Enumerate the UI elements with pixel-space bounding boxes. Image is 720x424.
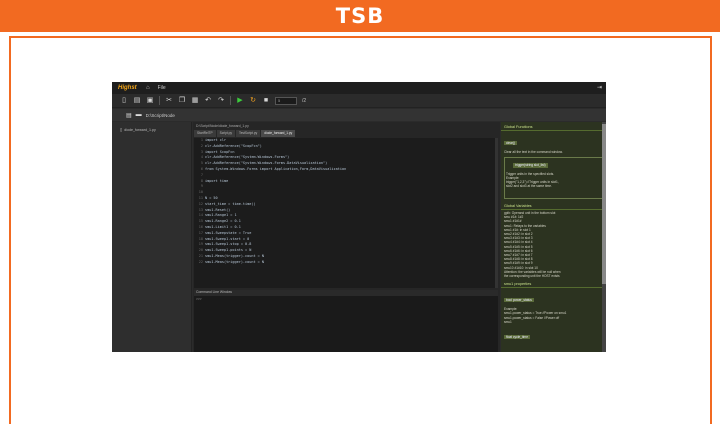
new-file-icon[interactable]: ▯ bbox=[120, 97, 128, 105]
run-icon[interactable]: ▶ bbox=[236, 97, 244, 105]
editor-area: D:\Script\Node\diode_forward_1.py StartR… bbox=[193, 122, 500, 352]
code-line: 22 smu1.Meas(trigger).count = N bbox=[194, 260, 498, 266]
path-bar: ▤ ▬ D:\Script\Node bbox=[112, 109, 606, 121]
help-panel: Global Functions clear() Clear all the t… bbox=[501, 122, 606, 352]
file-explorer: ▯ diode_forward_1.py bbox=[112, 122, 192, 352]
property-label-last[interactable]: float cycle_time bbox=[504, 335, 530, 340]
code-text: import time bbox=[205, 178, 229, 183]
file-item[interactable]: ▯ diode_forward_1.py bbox=[112, 122, 191, 132]
open-folder-icon[interactable]: ▤ bbox=[133, 97, 141, 105]
code-text: smu1.Meas(trigger).count = N bbox=[205, 259, 265, 264]
variables-header: Global Variables bbox=[501, 201, 606, 211]
editor-tab-active[interactable]: diode_forward_1.py bbox=[261, 130, 296, 137]
title-banner: TSB bbox=[0, 0, 720, 32]
help-scrollbar[interactable] bbox=[602, 122, 606, 352]
file-name: diode_forward_1.py bbox=[124, 127, 156, 132]
toolbar-separator bbox=[159, 96, 160, 105]
app-logo: Highst bbox=[118, 85, 137, 91]
line-number: 22 bbox=[198, 259, 203, 264]
cut-icon[interactable]: ✂ bbox=[165, 97, 173, 105]
code-scrollbar[interactable] bbox=[495, 138, 498, 288]
copy-icon[interactable]: ❐ bbox=[178, 97, 186, 105]
current-path[interactable]: D:\Script\Node bbox=[146, 113, 175, 118]
property-desc: Example: smu1.power_status = True //Powe… bbox=[504, 307, 567, 324]
count-input[interactable]: 5 bbox=[275, 96, 297, 105]
trigger-function-desc: Trigger units in the specified slots. Ex… bbox=[506, 171, 559, 189]
toolbar-separator bbox=[230, 96, 231, 105]
redo-icon[interactable]: ↷ bbox=[217, 97, 225, 105]
paste-icon[interactable]: ▦ bbox=[191, 97, 199, 105]
scroll-thumb[interactable] bbox=[602, 124, 606, 284]
editor-tabs: StartRelTP Script.py TestScript.py diode… bbox=[193, 130, 500, 137]
clear-function-desc: Clear all the text in the command window… bbox=[504, 150, 563, 154]
code-editor[interactable]: 1 import clr 2 clr.AddReference("ScopFcn") 3… bbox=[194, 138, 498, 288]
document-icon[interactable]: ▤ bbox=[126, 112, 132, 119]
stop-icon[interactable]: ■ bbox=[262, 97, 270, 105]
exit-icon[interactable]: ⇥ bbox=[597, 84, 602, 91]
functions-header: Global Functions bbox=[501, 122, 606, 131]
reload-icon[interactable]: ↻ bbox=[249, 97, 257, 105]
menu-bar: Highst ⌂ File ⇥ bbox=[112, 82, 606, 94]
clear-function-label[interactable]: clear() bbox=[504, 141, 518, 145]
save-icon[interactable]: ▣ bbox=[146, 97, 154, 105]
toolbar: ▯ ▤ ▣ ✂ ❐ ▦ ↶ ↷ ▶ ↻ ■ 5 /2 bbox=[112, 94, 606, 108]
code-text: from System.Windows.Forms import Applica… bbox=[205, 166, 347, 171]
trigger-function-label: trigger(string slot_list) bbox=[513, 163, 548, 168]
properties-header: smu1 properties bbox=[501, 279, 606, 289]
banner-title: TSB bbox=[335, 4, 385, 28]
undo-icon[interactable]: ↶ bbox=[204, 97, 212, 105]
editor-tab[interactable]: Script.py bbox=[216, 130, 235, 137]
app-screenshot: Highst ⌂ File ⇥ ▯ ▤ ▣ ✂ ❐ ▦ ↶ ↷ ▶ ↻ ■ 5 … bbox=[112, 82, 606, 352]
file-icon: ▯ bbox=[120, 127, 123, 132]
editor-tab[interactable]: TestScript.py bbox=[236, 130, 261, 137]
trigger-function-box[interactable]: trigger(string slot_list) Trigger units … bbox=[504, 157, 603, 200]
home-icon[interactable]: ⌂ bbox=[146, 85, 150, 91]
variables-text: gpib: Operand unit in the bottom slot sm… bbox=[504, 211, 561, 279]
property-label[interactable]: bool power_status bbox=[504, 298, 534, 303]
count-suffix: /2 bbox=[302, 97, 307, 104]
page: TSB Highst ⌂ File ⇥ ▯ ▤ ▣ ✂ ❐ ▦ ↶ ↷ ▶ ↻ … bbox=[0, 0, 720, 424]
menu-file[interactable]: File bbox=[158, 85, 166, 91]
editor-filepath: D:\Script\Node\diode_forward_1.py bbox=[196, 124, 249, 128]
command-console[interactable]: >>> bbox=[194, 296, 498, 352]
folder-icon[interactable]: ▬ bbox=[136, 112, 142, 118]
editor-tab[interactable]: StartRelTP bbox=[194, 130, 216, 137]
